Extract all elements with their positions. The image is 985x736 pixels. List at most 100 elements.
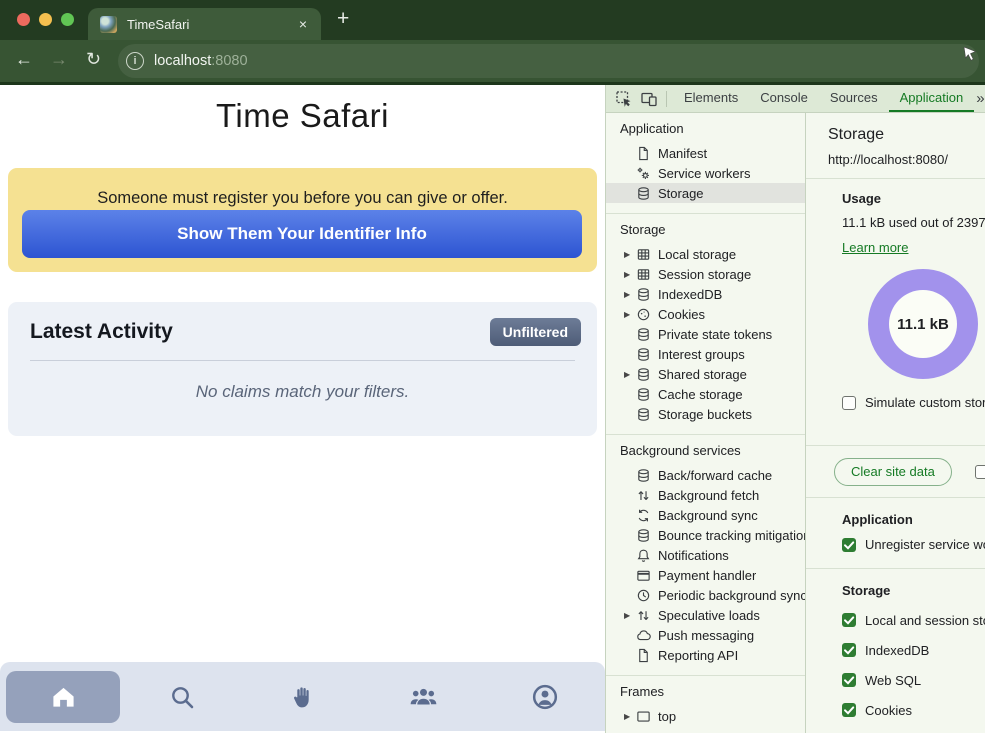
checkbox-checked-icon[interactable] <box>842 643 856 657</box>
sidebar-item-periodic-background-sync[interactable]: Periodic background sync <box>606 585 805 605</box>
sidebar-item-bounce-tracking-mitigations[interactable]: Bounce tracking mitigations <box>606 525 805 545</box>
nav-raised-hand-button[interactable] <box>242 684 363 710</box>
web-page: Time Safari Someone must register you be… <box>0 85 605 733</box>
url-text: localhost:8080 <box>154 53 248 69</box>
tab-console[interactable]: Console <box>749 85 819 112</box>
expand-caret-icon[interactable]: ▶ <box>624 290 636 299</box>
checkbox-label: Cache storage <box>865 733 950 734</box>
usage-donut-chart: 11.1 kB <box>868 269 978 379</box>
checkbox-checked-icon[interactable] <box>842 703 856 717</box>
address-bar[interactable]: i localhost:8080 <box>118 44 979 78</box>
origin-url: http://localhost:8080/ <box>828 152 985 167</box>
including-third-party-checkbox[interactable]: including third-party cookies <box>975 464 985 479</box>
checkbox-unchecked-icon[interactable] <box>842 396 856 410</box>
inspect-element-icon[interactable] <box>616 91 632 107</box>
show-identifier-info-button[interactable]: Show Them Your Identifier Info <box>22 210 582 258</box>
sidebar-item-cache-storage[interactable]: Cache storage <box>606 384 805 404</box>
indexeddb-checkbox[interactable]: IndexedDB <box>842 642 985 658</box>
nav-home-button[interactable] <box>6 671 120 723</box>
sidebar-item-session-storage[interactable]: ▶ Session storage <box>606 264 805 284</box>
tab-application[interactable]: Application <box>889 85 975 112</box>
sidebar-item-reporting-api[interactable]: Reporting API <box>606 645 805 665</box>
panel-title: Storage <box>828 126 985 144</box>
expand-caret-icon[interactable]: ▶ <box>624 250 636 259</box>
card-divider <box>30 360 575 361</box>
sidebar-item-service-workers[interactable]: Service workers <box>606 163 805 183</box>
local-session-storage-checkbox[interactable]: Local and session storage <box>842 612 985 628</box>
sidebar-item-push-messaging[interactable]: Push messaging <box>606 625 805 645</box>
sync-icon <box>636 508 651 523</box>
item-label: Interest groups <box>658 347 745 362</box>
nav-people-button[interactable] <box>363 685 484 709</box>
sidebar-item-shared-storage[interactable]: ▶ Shared storage <box>606 364 805 384</box>
new-tab-button[interactable]: + <box>337 7 349 31</box>
item-label: Background sync <box>658 508 758 523</box>
sidebar-item-manifest[interactable]: Manifest <box>606 143 805 163</box>
tab-sources[interactable]: Sources <box>819 85 889 112</box>
cache-storage-checkbox[interactable]: Cache storage <box>842 732 985 733</box>
unfiltered-filter-button[interactable]: Unfiltered <box>490 318 581 346</box>
forward-button[interactable]: → <box>50 49 68 70</box>
checkbox-unchecked-icon[interactable] <box>975 465 985 479</box>
sidebar-item-payment-handler[interactable]: Payment handler <box>606 565 805 585</box>
checkbox-label: Unregister service workers <box>865 537 985 552</box>
browser-tab[interactable]: TimeSafari × <box>88 8 321 40</box>
table-icon <box>636 267 651 282</box>
expand-caret-icon[interactable]: ▶ <box>624 370 636 379</box>
devtools-panel: Elements Console Sources Application » A… <box>605 85 985 733</box>
expand-caret-icon[interactable]: ▶ <box>624 270 636 279</box>
learn-more-link[interactable]: Learn more <box>842 240 908 255</box>
sidebar-section-application: Application Manifest Service workers <box>606 113 805 214</box>
expand-caret-icon[interactable]: ▶ <box>624 712 636 721</box>
item-label: Local storage <box>658 247 736 262</box>
section-title: Frames <box>606 684 805 700</box>
sidebar-section-frames: Frames ▶ top <box>606 676 805 733</box>
cookies-checkbox[interactable]: Cookies <box>842 702 985 718</box>
gears-icon <box>636 166 651 181</box>
checkbox-checked-icon[interactable] <box>842 538 856 552</box>
item-label: Back/forward cache <box>658 468 772 483</box>
checkbox-checked-icon[interactable] <box>842 613 856 627</box>
close-window-button[interactable] <box>17 13 30 26</box>
close-tab-icon[interactable]: × <box>297 16 309 32</box>
sidebar-item-storage[interactable]: Storage <box>606 183 805 203</box>
tab-title: TimeSafari <box>127 17 297 32</box>
sidebar-item-background-sync[interactable]: Background sync <box>606 505 805 525</box>
maximize-window-button[interactable] <box>61 13 74 26</box>
more-tabs-icon[interactable]: » <box>976 90 984 107</box>
back-button[interactable]: ← <box>15 49 33 70</box>
site-info-icon[interactable]: i <box>126 52 144 70</box>
device-toolbar-icon[interactable] <box>641 91 657 107</box>
sidebar-item-background-fetch[interactable]: Background fetch <box>606 485 805 505</box>
web-sql-checkbox[interactable]: Web SQL <box>842 672 985 688</box>
tab-elements[interactable]: Elements <box>673 85 749 112</box>
minimize-window-button[interactable] <box>39 13 52 26</box>
clear-site-data-button[interactable]: Clear site data <box>834 458 952 486</box>
sidebar-item-notifications[interactable]: Notifications <box>606 545 805 565</box>
devtools-sidebar: Application Manifest Service workers <box>606 113 806 733</box>
sidebar-item-storage-buckets[interactable]: Storage buckets <box>606 404 805 424</box>
simulate-quota-checkbox[interactable]: Simulate custom storage quota <box>842 395 985 410</box>
sidebar-item-private-state-tokens[interactable]: Private state tokens <box>606 324 805 344</box>
sidebar-item-interest-groups[interactable]: Interest groups <box>606 344 805 364</box>
item-label: top <box>658 709 676 724</box>
notice-text: Someone must register you before you can… <box>8 168 597 208</box>
sidebar-item-top-frame[interactable]: ▶ top <box>606 706 805 726</box>
reload-button[interactable]: ↻ <box>86 49 101 70</box>
sidebar-item-indexeddb[interactable]: ▶ IndexedDB <box>606 284 805 304</box>
sidebar-item-local-storage[interactable]: ▶ Local storage <box>606 244 805 264</box>
sidebar-item-cookies[interactable]: ▶ Cookies <box>606 304 805 324</box>
nav-search-button[interactable] <box>121 684 242 710</box>
sidebar-item-speculative-loads[interactable]: ▶ Speculative loads <box>606 605 805 625</box>
unregister-service-workers-checkbox[interactable]: Unregister service workers <box>842 537 985 552</box>
checkbox-checked-icon[interactable] <box>842 673 856 687</box>
sidebar-item-back-forward-cache[interactable]: Back/forward cache <box>606 465 805 485</box>
nav-profile-button[interactable] <box>484 684 605 710</box>
item-label: Storage buckets <box>658 407 752 422</box>
expand-caret-icon[interactable]: ▶ <box>624 611 636 620</box>
expand-caret-icon[interactable]: ▶ <box>624 310 636 319</box>
storage-heading: Storage <box>842 583 985 598</box>
section-title: Application <box>606 121 805 137</box>
section-title: Storage <box>606 222 805 238</box>
database-icon <box>636 528 651 543</box>
